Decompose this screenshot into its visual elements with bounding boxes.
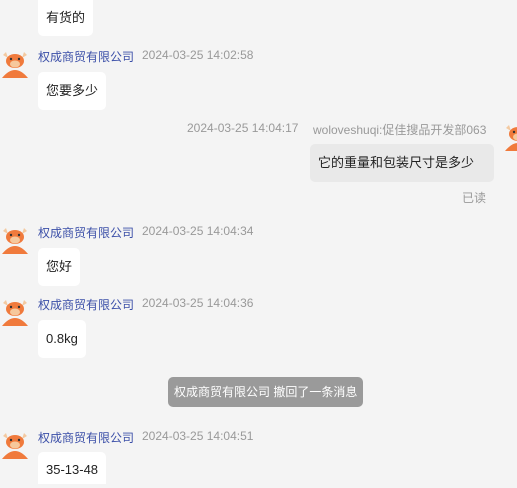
message-bubble[interactable]: 35-13-48 (38, 452, 107, 484)
message-time: 2024-03-25 14:04:17 (187, 121, 299, 135)
seller-avatar-icon[interactable] (0, 296, 30, 326)
buyer-avatar-icon[interactable] (503, 121, 517, 151)
message-time: 2024-03-25 14:04:51 (142, 429, 254, 443)
seller-avatar-icon[interactable] (0, 48, 30, 78)
sender-name: 权成商贸有限公司 (38, 50, 135, 64)
message-time: 2024-03-25 14:02:58 (142, 48, 254, 62)
message-bubble[interactable]: 您要多少 (38, 72, 107, 110)
message-bubble[interactable]: 您好 (38, 248, 81, 286)
message-bubble[interactable]: 它的重量和包装尺寸是多少 (310, 144, 494, 182)
sender-name: 权成商贸有限公司 (38, 226, 135, 240)
message-bubble[interactable]: 0.8kg (38, 320, 86, 358)
sender-name: 权成商贸有限公司 (38, 298, 135, 312)
sender-name: 权成商贸有限公司 (38, 431, 135, 445)
read-status: 已读 (462, 191, 487, 205)
seller-avatar-icon[interactable] (0, 429, 30, 459)
sender-name: woloveshuqi:促佳搜品开发部063 (313, 123, 487, 137)
recall-notice: 权成商贸有限公司 撤回了一条消息 (168, 377, 364, 407)
message-bubble[interactable]: 有货的 (38, 0, 94, 36)
message-time: 2024-03-25 14:04:36 (142, 296, 254, 310)
seller-avatar-icon[interactable] (0, 224, 30, 254)
message-time: 2024-03-25 14:04:34 (142, 224, 254, 238)
